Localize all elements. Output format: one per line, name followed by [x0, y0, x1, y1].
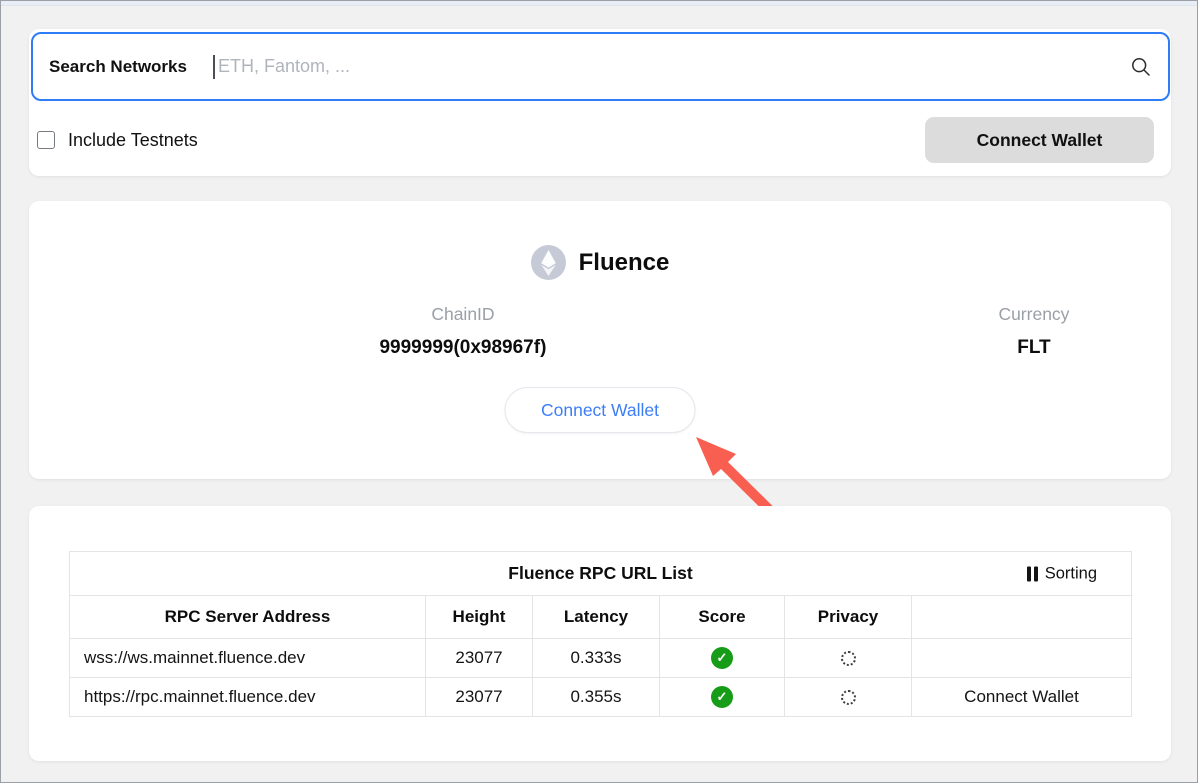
include-testnets-label[interactable]: Include Testnets [68, 130, 198, 151]
rpc-action-cell [912, 639, 1132, 678]
window-top-strip [1, 1, 1197, 6]
green-check-icon: ✓ [711, 686, 733, 708]
rpc-score-cell: ✓ [660, 639, 785, 678]
rpc-privacy-cell [785, 639, 912, 678]
currency-block: Currency FLT [897, 304, 1171, 359]
rpc-privacy-cell [785, 678, 912, 717]
currency-value: FLT [897, 337, 1171, 359]
rpc-list-card: Fluence RPC URL List Sorting RPC Server … [29, 506, 1171, 761]
search-icon[interactable] [1130, 56, 1152, 78]
table-header-row: RPC Server Address Height Latency Score … [70, 596, 1132, 639]
row-connect-wallet-button[interactable]: Connect Wallet [912, 678, 1132, 717]
currency-label: Currency [897, 304, 1171, 325]
rpc-height: 23077 [426, 678, 533, 717]
rpc-score-cell: ✓ [660, 678, 785, 717]
table-row: https://rpc.mainnet.fluence.dev 23077 0.… [70, 678, 1132, 717]
table-row: wss://ws.mainnet.fluence.dev 23077 0.333… [70, 639, 1132, 678]
chain-id-value: 9999999(0x98967f) [29, 337, 897, 359]
chainlist-page: Search Networks ETH, Fantom, ... Include… [0, 0, 1198, 783]
rpc-address: https://rpc.mainnet.fluence.dev [70, 678, 426, 717]
dashed-circle-icon [841, 690, 856, 705]
col-latency: Latency [533, 596, 660, 639]
network-name: Fluence [579, 249, 670, 277]
connect-wallet-button[interactable]: Connect Wallet [925, 117, 1154, 163]
rpc-address: wss://ws.mainnet.fluence.dev [70, 639, 426, 678]
green-check-icon: ✓ [711, 647, 733, 669]
pause-icon [1027, 566, 1038, 581]
network-header: Fluence [29, 245, 1171, 280]
ethereum-diamond-icon [531, 245, 566, 280]
rpc-table: Fluence RPC URL List Sorting RPC Server … [69, 551, 1132, 717]
sorting-label: Sorting [1045, 564, 1097, 583]
col-action [912, 596, 1132, 639]
table-title: Fluence RPC URL List [70, 563, 1131, 584]
search-label: Search Networks [49, 57, 187, 77]
network-info-row: ChainID 9999999(0x98967f) Currency FLT [29, 304, 1171, 359]
network-card: Fluence ChainID 9999999(0x98967f) Curren… [29, 201, 1171, 479]
rpc-height: 23077 [426, 639, 533, 678]
rpc-latency: 0.355s [533, 678, 660, 717]
col-height: Height [426, 596, 533, 639]
include-testnets-checkbox[interactable] [37, 131, 55, 149]
col-score: Score [660, 596, 785, 639]
search-card: Search Networks ETH, Fantom, ... Include… [29, 29, 1171, 176]
chain-id-block: ChainID 9999999(0x98967f) [29, 304, 897, 359]
chain-id-label: ChainID [29, 304, 897, 325]
rpc-latency: 0.333s [533, 639, 660, 678]
search-placeholder: ETH, Fantom, ... [218, 56, 1130, 77]
search-input[interactable]: Search Networks ETH, Fantom, ... [31, 32, 1170, 101]
text-caret [213, 55, 215, 79]
col-privacy: Privacy [785, 596, 912, 639]
dashed-circle-icon [841, 651, 856, 666]
col-rpc-server-address: RPC Server Address [70, 596, 426, 639]
sorting-control[interactable]: Sorting [1027, 564, 1097, 583]
table-title-row: Fluence RPC URL List Sorting [70, 552, 1132, 596]
